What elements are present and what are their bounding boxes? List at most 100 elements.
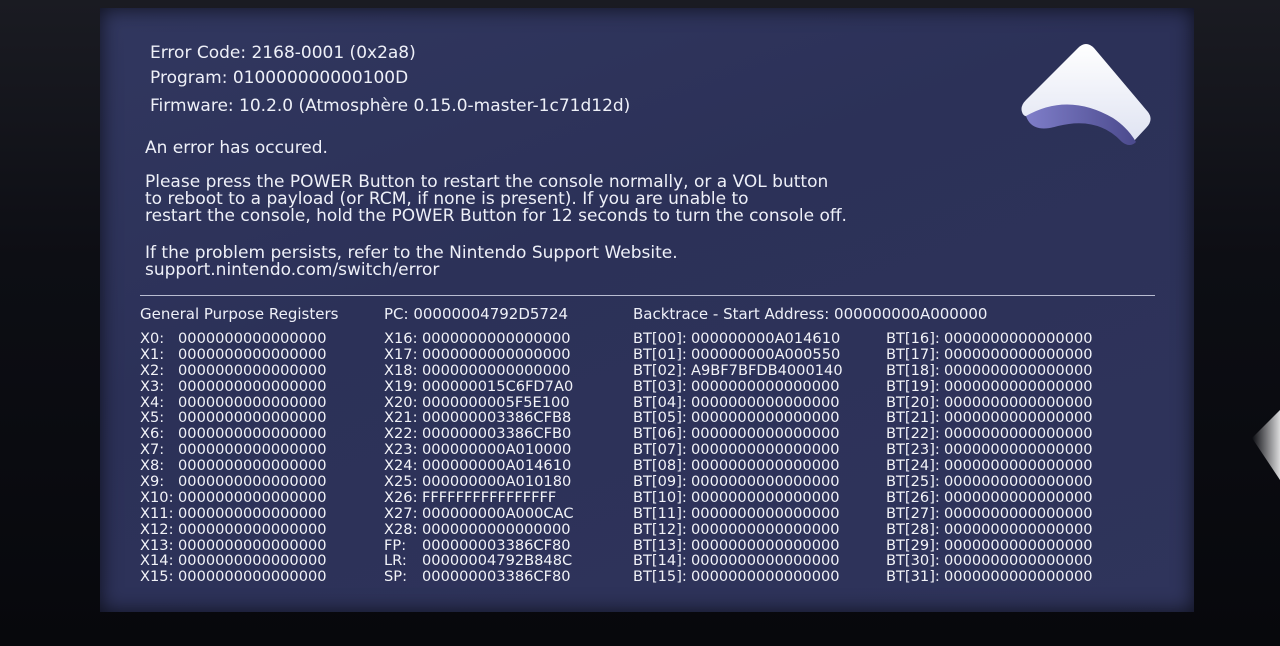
register-label: BT[09]:: [633, 473, 687, 491]
register-value: 0000000000000000: [944, 441, 1093, 459]
register-row: X9: 0000000000000000: [140, 474, 327, 490]
register-value: 0000000000000000: [691, 377, 840, 395]
register-value: 0000000000000000: [422, 330, 571, 347]
register-label: BT[22]:: [886, 425, 940, 443]
register-value: 0000000000000000: [691, 473, 840, 491]
register-label: X1:: [140, 345, 165, 363]
register-label: X25:: [384, 473, 418, 491]
register-value: 0000000000000000: [691, 488, 840, 506]
register-row: BT[11]: 0000000000000000: [633, 504, 843, 522]
register-label: BT[24]:: [886, 457, 940, 475]
register-label: LR:: [384, 552, 407, 570]
program-id: Program: 010000000000100D: [150, 68, 409, 88]
register-label: BT[05]:: [633, 409, 687, 427]
register-label: X8:: [140, 457, 165, 475]
register-value: 0000000000000000: [691, 568, 840, 586]
register-row: BT[26]: 0000000000000000: [886, 488, 1093, 506]
register-value: 0000000000000000: [944, 568, 1093, 586]
register-label: X28:: [384, 520, 418, 538]
register-label: BT[29]:: [886, 536, 940, 554]
instructions-line-2: to reboot to a payload (or RCM, if none …: [145, 189, 749, 209]
register-label: BT[27]:: [886, 504, 940, 522]
register-row: BT[04]: 0000000000000000: [633, 393, 843, 411]
register-value: 0000000000000000: [944, 536, 1093, 554]
register-label: X22:: [384, 425, 418, 443]
register-label: X11:: [140, 504, 174, 522]
register-row: BT[02]: A9BF7BFDB4000140: [633, 361, 843, 379]
register-value: 0000000000000000: [691, 536, 840, 554]
register-value: 0000000000000000: [944, 425, 1093, 443]
register-label: BT[31]:: [886, 568, 940, 586]
register-value: 0000000000000000: [944, 457, 1093, 475]
register-row: X10: 0000000000000000: [140, 488, 327, 506]
register-label: X0:: [140, 330, 165, 347]
register-label: X6:: [140, 425, 165, 443]
register-row: X24: 000000000A014610: [384, 458, 574, 474]
register-value: 0000000000000000: [691, 393, 840, 411]
register-row: BT[19]: 0000000000000000: [886, 377, 1093, 395]
register-row: BT[09]: 0000000000000000: [633, 474, 843, 490]
register-value: 0000000000000000: [944, 520, 1093, 538]
register-label: BT[30]:: [886, 552, 940, 570]
register-value: 000000003386CFB0: [422, 425, 572, 443]
register-label: BT[16]:: [886, 330, 940, 347]
register-label: BT[11]:: [633, 504, 687, 522]
register-label: BT[03]:: [633, 377, 687, 395]
register-row: X5: 0000000000000000: [140, 410, 327, 426]
register-row: X14: 0000000000000000: [140, 553, 327, 569]
register-row: BT[07]: 0000000000000000: [633, 442, 843, 458]
register-label: BT[13]:: [633, 536, 687, 554]
register-row: LR: 00000004792B848C: [384, 553, 574, 569]
register-value: 0000000000000000: [178, 377, 327, 395]
register-row: X28: 0000000000000000: [384, 520, 574, 538]
register-label: X23:: [384, 441, 418, 459]
register-value: 000000000A000CAC: [422, 504, 574, 522]
register-row: BT[28]: 0000000000000000: [886, 520, 1093, 538]
register-label: BT[20]:: [886, 393, 940, 411]
register-label: BT[07]:: [633, 441, 687, 459]
register-value: 0000000000000000: [944, 330, 1093, 347]
register-label: X10:: [140, 488, 174, 506]
register-row: X7: 0000000000000000: [140, 442, 327, 458]
register-label: FP:: [384, 536, 407, 554]
register-value: 0000000000000000: [178, 568, 327, 586]
pc-register: PC: 00000004792D5724: [384, 305, 569, 323]
register-row: BT[20]: 0000000000000000: [886, 393, 1093, 411]
register-value: 0000000000000000: [178, 361, 327, 379]
register-value: 0000000000000000: [944, 488, 1093, 506]
register-row: X0: 0000000000000000: [140, 331, 327, 347]
error-code: Error Code: 2168-0001 (0x2a8): [150, 43, 416, 63]
register-value: 0000000000000000: [691, 457, 840, 475]
register-row: BT[08]: 0000000000000000: [633, 458, 843, 474]
register-label: BT[02]:: [633, 361, 687, 379]
register-value: A9BF7BFDB4000140: [691, 361, 843, 379]
register-value: 0000000000000000: [691, 441, 840, 459]
register-label: X14:: [140, 552, 174, 570]
register-value: 0000000000000000: [178, 345, 327, 363]
register-label: BT[00]:: [633, 330, 687, 347]
register-value: 0000000000000000: [178, 520, 327, 538]
register-label: BT[04]:: [633, 393, 687, 411]
register-label: X24:: [384, 457, 418, 475]
register-value: 000000000A014610: [422, 457, 572, 475]
register-row: BT[25]: 0000000000000000: [886, 474, 1093, 490]
register-row: BT[12]: 0000000000000000: [633, 520, 843, 538]
register-row: BT[24]: 0000000000000000: [886, 458, 1093, 474]
register-label: X9:: [140, 473, 165, 491]
register-value: 0000000000000000: [178, 536, 327, 554]
register-label: BT[12]:: [633, 520, 687, 538]
register-value: 0000000000000000: [691, 520, 840, 538]
register-value: 0000000000000000: [422, 520, 571, 538]
register-row: X13: 0000000000000000: [140, 536, 327, 554]
register-row: BT[06]: 0000000000000000: [633, 426, 843, 442]
register-label: X19:: [384, 377, 418, 395]
register-row: X8: 0000000000000000: [140, 458, 327, 474]
register-value: 0000000000000000: [422, 361, 571, 379]
register-value: 000000015C6FD7A0: [422, 377, 574, 395]
register-value: 0000000000000000: [944, 361, 1093, 379]
register-value: 000000000A010000: [422, 441, 572, 459]
register-value: 0000000000000000: [944, 473, 1093, 491]
register-value: 0000000000000000: [944, 377, 1093, 395]
register-row: BT[00]: 000000000A014610: [633, 331, 843, 347]
atmosphere-logo-icon: [1021, 44, 1151, 145]
